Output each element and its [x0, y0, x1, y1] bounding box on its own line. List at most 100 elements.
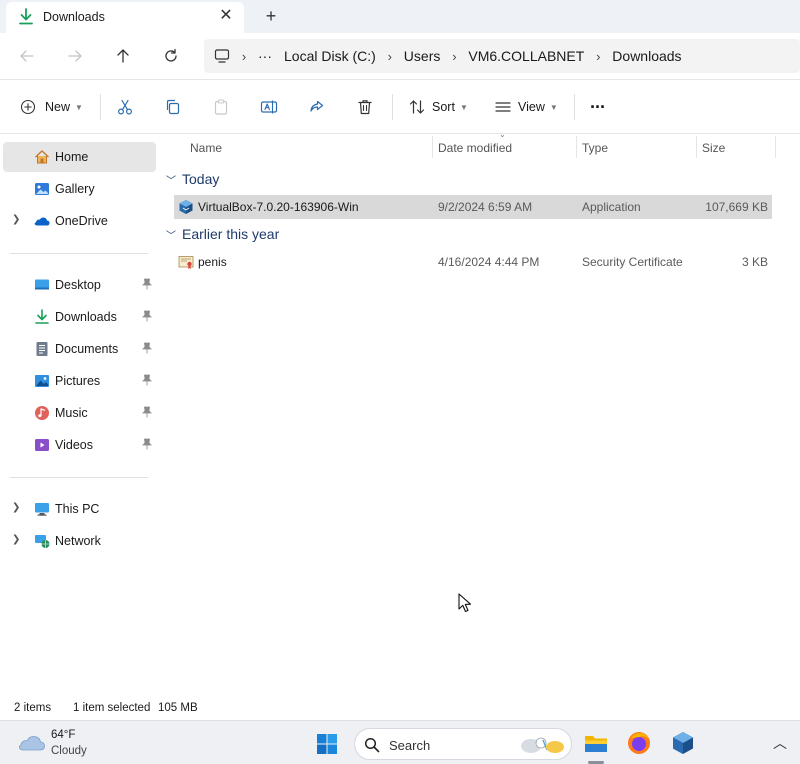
new-label: New	[45, 100, 71, 114]
cut-button[interactable]	[116, 96, 134, 118]
group-header-today[interactable]: ﹀ Today	[166, 168, 219, 190]
column-header-date[interactable]: Date modified	[438, 141, 512, 167]
arrow-left-icon	[20, 50, 34, 62]
breadcrumb-more[interactable]: ···	[258, 48, 272, 64]
taskbar: 64°F Cloudy Search ︿	[0, 720, 800, 764]
new-button[interactable]: New ▼	[20, 96, 83, 118]
chevron-down-icon: ▼	[549, 102, 558, 112]
breadcrumb-local-disk[interactable]: Local Disk (C:)	[284, 48, 376, 64]
rename-button[interactable]	[260, 96, 278, 118]
copy-button[interactable]	[164, 96, 182, 118]
refresh-button[interactable]	[160, 45, 182, 67]
chevron-right-icon[interactable]: ❯	[12, 214, 20, 225]
sidebar-item-onedrive[interactable]: ❯ OneDrive	[3, 206, 156, 236]
desktop-icon	[35, 279, 49, 290]
chevron-up-icon[interactable]: ︿	[772, 733, 788, 751]
sidebar-item-home[interactable]: Home	[3, 142, 156, 172]
sidebar-item-gallery[interactable]: Gallery	[3, 174, 156, 204]
chevron-right-icon[interactable]: ❯	[12, 502, 20, 513]
up-button[interactable]	[112, 45, 134, 67]
sidebar-item-this-pc[interactable]: ❯ This PC	[3, 494, 156, 524]
cloudy-weather-icon[interactable]	[18, 733, 46, 753]
firefox-icon[interactable]	[626, 730, 652, 756]
group-title: Today	[182, 171, 220, 187]
clipboard-icon	[214, 99, 228, 115]
mouse-cursor-icon	[458, 593, 472, 613]
file-name: VirtualBox-7.0.20-163906-Win	[198, 200, 359, 214]
column-divider[interactable]	[696, 136, 697, 158]
taskbar-search[interactable]: Search	[354, 728, 572, 760]
pin-icon	[142, 406, 152, 418]
chevron-down-icon: ﹀	[166, 175, 176, 187]
list-view-icon	[495, 102, 511, 112]
forward-button[interactable]	[64, 45, 86, 67]
sidebar-item-label: Music	[55, 406, 88, 420]
videos-icon	[35, 439, 49, 451]
share-button[interactable]	[308, 96, 326, 118]
sidebar-item-videos[interactable]: Videos	[3, 430, 156, 460]
chevron-right-icon[interactable]: ❯	[12, 534, 20, 545]
column-divider[interactable]	[432, 136, 433, 158]
group-header-earlier-this-year[interactable]: ﹀ Earlier this year	[166, 223, 279, 245]
delete-button[interactable]	[356, 96, 374, 118]
sidebar-item-label: Home	[55, 150, 89, 164]
sidebar-item-music[interactable]: Music	[3, 398, 156, 428]
close-tab-icon[interactable]: ✕	[218, 8, 234, 24]
weather-description[interactable]: Cloudy	[51, 745, 87, 757]
scissors-icon	[117, 99, 133, 115]
file-type: Security Certificate	[582, 255, 683, 269]
rename-icon	[260, 100, 278, 114]
this-pc-icon	[35, 503, 49, 516]
pin-icon	[142, 342, 152, 354]
sidebar-item-network[interactable]: ❯ Network	[3, 526, 156, 556]
file-row[interactable]: penis 4/16/2024 4:44 PM Security Certifi…	[174, 250, 772, 274]
column-header-size[interactable]: Size	[702, 141, 725, 167]
sidebar-item-downloads[interactable]: Downloads	[3, 302, 156, 332]
sort-indicator-icon: ⌄	[499, 130, 506, 139]
view-button[interactable]: View ▼	[494, 96, 558, 118]
arrow-up-icon	[117, 49, 129, 63]
tab-downloads[interactable]: Downloads ✕	[6, 2, 244, 33]
more-options-button[interactable]: ···	[590, 96, 606, 118]
breadcrumb-downloads[interactable]: Downloads	[612, 48, 681, 64]
back-button[interactable]	[16, 45, 38, 67]
refresh-icon	[165, 48, 177, 62]
sidebar-item-label: Desktop	[55, 278, 101, 292]
file-type: Application	[582, 200, 641, 214]
sidebar-item-pictures[interactable]: Pictures	[3, 366, 156, 396]
sidebar-item-label: OneDrive	[55, 214, 108, 228]
breadcrumb-users[interactable]: Users	[404, 48, 441, 64]
sidebar-item-label: Gallery	[55, 182, 95, 196]
breadcrumb[interactable]: › ··· Local Disk (C:) › Users › VM6.COLL…	[204, 39, 800, 73]
status-bar: 2 items 1 item selected 105 MB	[0, 697, 800, 719]
sidebar-item-documents[interactable]: Documents	[3, 334, 156, 364]
file-explorer-icon[interactable]	[583, 730, 609, 756]
new-tab-button[interactable]: +	[261, 6, 281, 26]
column-divider[interactable]	[576, 136, 577, 158]
gallery-icon	[35, 183, 49, 195]
status-item-count: 2 items	[14, 702, 52, 714]
sidebar-item-label: Network	[55, 534, 101, 548]
file-row[interactable]: VirtualBox-7.0.20-163906-Win 9/2/2024 6:…	[174, 195, 772, 219]
windows-start-icon[interactable]	[316, 733, 338, 755]
search-icon	[364, 737, 380, 753]
column-header-name[interactable]: Name	[190, 141, 222, 167]
weather-temperature[interactable]: 64°F	[51, 729, 75, 741]
divider	[574, 94, 575, 120]
monitor-icon	[214, 49, 230, 63]
sidebar-item-desktop[interactable]: Desktop	[3, 270, 156, 300]
chevron-right-icon: ›	[596, 48, 601, 64]
column-divider[interactable]	[775, 136, 776, 158]
sort-button[interactable]: Sort ▼	[408, 96, 468, 118]
downloads-icon	[35, 309, 49, 324]
column-header-type[interactable]: Type	[582, 141, 608, 167]
file-size: 3 KB	[741, 255, 768, 269]
breadcrumb-user-folder[interactable]: VM6.COLLABNET	[468, 48, 584, 64]
paste-button[interactable]	[212, 96, 230, 118]
navigation-bar: › ··· Local Disk (C:) › Users › VM6.COLL…	[0, 33, 800, 80]
trash-icon	[358, 100, 372, 115]
virtualbox-icon[interactable]	[670, 730, 696, 756]
navigation-pane: Home Gallery ❯ OneDrive Desktop Download…	[0, 135, 158, 697]
plus-circle-icon	[20, 99, 36, 115]
group-title: Earlier this year	[182, 226, 280, 242]
